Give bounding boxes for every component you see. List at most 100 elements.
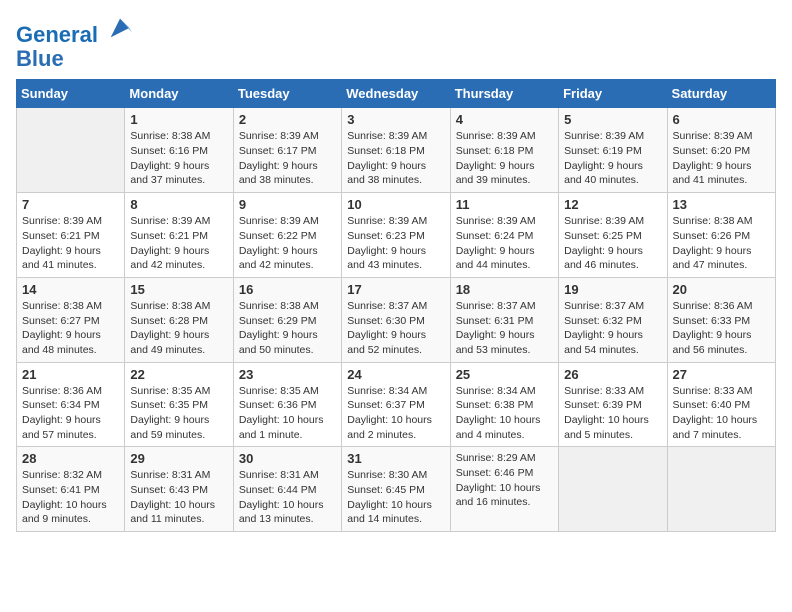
day-number: 18 (456, 282, 553, 297)
day-info: Sunrise: 8:33 AM Sunset: 6:39 PM Dayligh… (564, 384, 661, 443)
day-number: 12 (564, 197, 661, 212)
weekday-header-sunday: Sunday (17, 80, 125, 108)
calendar-body: 1Sunrise: 8:38 AM Sunset: 6:16 PM Daylig… (17, 108, 776, 532)
calendar-cell: 8Sunrise: 8:39 AM Sunset: 6:21 PM Daylig… (125, 193, 233, 278)
day-number: 22 (130, 367, 227, 382)
day-info: Sunrise: 8:39 AM Sunset: 6:24 PM Dayligh… (456, 214, 553, 273)
day-info: Sunrise: 8:39 AM Sunset: 6:23 PM Dayligh… (347, 214, 444, 273)
calendar-cell (559, 447, 667, 532)
calendar-cell: 21 Sunrise: 8:36 AM Sunset: 6:34 PM Dayli… (17, 362, 125, 447)
day-number: 14 (22, 282, 119, 297)
day-number: 23 (239, 367, 336, 382)
calendar-cell (17, 108, 125, 193)
day-number: 3 (347, 112, 444, 127)
day-info: Sunrise: 8:38 AM Sunset: 6:29 PM Dayligh… (239, 299, 336, 358)
day-info: Sunrise: 8:31 AM Sunset: 6:43 PM Dayligh… (130, 468, 227, 527)
calendar-cell: 16Sunrise: 8:38 AM Sunset: 6:29 PM Dayli… (233, 277, 341, 362)
calendar-cell: 29 Sunrise: 8:31 AM Sunset: 6:43 PM Dayli… (125, 447, 233, 532)
weekday-header-monday: Monday (125, 80, 233, 108)
day-number: 27 (673, 367, 770, 382)
day-number: 19 (564, 282, 661, 297)
day-info: Sunrise: 8:33 AM Sunset: 6:40 PM Dayligh… (673, 384, 770, 443)
calendar-header-row: SundayMondayTuesdayWednesdayThursdayFrid… (17, 80, 776, 108)
day-number: 30 (239, 451, 336, 466)
calendar-cell: 24 Sunrise: 8:34 AM Sunset: 6:37 PM Dayli… (342, 362, 450, 447)
calendar-cell: 18 Sunrise: 8:37 AM Sunset: 6:31 PM Dayli… (450, 277, 558, 362)
calendar-week-row: 28Sunrise: 8:32 AM Sunset: 6:41 PM Dayli… (17, 447, 776, 532)
calendar-cell: 12 Sunrise: 8:39 AM Sunset: 6:25 PM Dayli… (559, 193, 667, 278)
day-info: Sunrise: 8:36 AM Sunset: 6:34 PM Dayligh… (22, 384, 119, 443)
weekday-header-thursday: Thursday (450, 80, 558, 108)
day-info: Sunrise: 8:30 AM Sunset: 6:45 PM Dayligh… (347, 468, 444, 527)
calendar-cell: 10 Sunrise: 8:39 AM Sunset: 6:23 PM Dayli… (342, 193, 450, 278)
calendar-week-row: 7Sunrise: 8:39 AM Sunset: 6:21 PM Daylig… (17, 193, 776, 278)
day-info: Sunrise: 8:39 AM Sunset: 6:19 PM Dayligh… (564, 129, 661, 188)
weekday-header-friday: Friday (559, 80, 667, 108)
calendar-table: SundayMondayTuesdayWednesdayThursdayFrid… (16, 79, 776, 532)
calendar-cell: 28Sunrise: 8:32 AM Sunset: 6:41 PM Dayli… (17, 447, 125, 532)
weekday-header-tuesday: Tuesday (233, 80, 341, 108)
day-info: Sunrise: 8:34 AM Sunset: 6:37 PM Dayligh… (347, 384, 444, 443)
day-info: Sunrise: 8:29 AM Sunset: 6:46 PM Dayligh… (456, 451, 553, 510)
calendar-cell: 1Sunrise: 8:38 AM Sunset: 6:16 PM Daylig… (125, 108, 233, 193)
day-number: 29 (130, 451, 227, 466)
day-number: 10 (347, 197, 444, 212)
day-number: 21 (22, 367, 119, 382)
day-info: Sunrise: 8:38 AM Sunset: 6:28 PM Dayligh… (130, 299, 227, 358)
calendar-cell: 7Sunrise: 8:39 AM Sunset: 6:21 PM Daylig… (17, 193, 125, 278)
calendar-cell: 4Sunrise: 8:39 AM Sunset: 6:18 PM Daylig… (450, 108, 558, 193)
day-info: Sunrise: 8:39 AM Sunset: 6:18 PM Dayligh… (456, 129, 553, 188)
day-info: Sunrise: 8:37 AM Sunset: 6:32 PM Dayligh… (564, 299, 661, 358)
day-info: Sunrise: 8:39 AM Sunset: 6:25 PM Dayligh… (564, 214, 661, 273)
logo-icon (106, 14, 134, 42)
day-number: 8 (130, 197, 227, 212)
logo-text: General (16, 16, 134, 47)
day-info: Sunrise: 8:36 AM Sunset: 6:33 PM Dayligh… (673, 299, 770, 358)
day-info: Sunrise: 8:38 AM Sunset: 6:16 PM Dayligh… (130, 129, 227, 188)
day-info: Sunrise: 8:39 AM Sunset: 6:21 PM Dayligh… (22, 214, 119, 273)
calendar-week-row: 14 Sunrise: 8:38 AM Sunset: 6:27 PM Dayli… (17, 277, 776, 362)
calendar-cell: 13Sunrise: 8:38 AM Sunset: 6:26 PM Dayli… (667, 193, 775, 278)
day-number: 6 (673, 112, 770, 127)
calendar-week-row: 1Sunrise: 8:38 AM Sunset: 6:16 PM Daylig… (17, 108, 776, 193)
day-info: Sunrise: 8:38 AM Sunset: 6:27 PM Dayligh… (22, 299, 119, 358)
weekday-header-wednesday: Wednesday (342, 80, 450, 108)
day-number: 31 (347, 451, 444, 466)
day-number: 9 (239, 197, 336, 212)
calendar-cell: 27 Sunrise: 8:33 AM Sunset: 6:40 PM Dayli… (667, 362, 775, 447)
page-header: General Blue (16, 16, 776, 71)
calendar-cell: Sunrise: 8:29 AM Sunset: 6:46 PM Dayligh… (450, 447, 558, 532)
calendar-cell: 5 Sunrise: 8:39 AM Sunset: 6:19 PM Daylig… (559, 108, 667, 193)
day-info: Sunrise: 8:38 AM Sunset: 6:26 PM Dayligh… (673, 214, 770, 273)
calendar-cell: 23 Sunrise: 8:35 AM Sunset: 6:36 PM Dayli… (233, 362, 341, 447)
day-number: 5 (564, 112, 661, 127)
calendar-cell: 17Sunrise: 8:37 AM Sunset: 6:30 PM Dayli… (342, 277, 450, 362)
day-info: Sunrise: 8:34 AM Sunset: 6:38 PM Dayligh… (456, 384, 553, 443)
day-number: 2 (239, 112, 336, 127)
day-info: Sunrise: 8:39 AM Sunset: 6:17 PM Dayligh… (239, 129, 336, 188)
day-info: Sunrise: 8:31 AM Sunset: 6:44 PM Dayligh… (239, 468, 336, 527)
calendar-cell (667, 447, 775, 532)
calendar-cell: 31 Sunrise: 8:30 AM Sunset: 6:45 PM Dayli… (342, 447, 450, 532)
calendar-cell: 2 Sunrise: 8:39 AM Sunset: 6:17 PM Daylig… (233, 108, 341, 193)
calendar-cell: 3 Sunrise: 8:39 AM Sunset: 6:18 PM Daylig… (342, 108, 450, 193)
day-number: 26 (564, 367, 661, 382)
calendar-cell: 15 Sunrise: 8:38 AM Sunset: 6:28 PM Dayli… (125, 277, 233, 362)
day-number: 25 (456, 367, 553, 382)
calendar-cell: 22Sunrise: 8:35 AM Sunset: 6:35 PM Dayli… (125, 362, 233, 447)
day-number: 15 (130, 282, 227, 297)
day-number: 24 (347, 367, 444, 382)
day-info: Sunrise: 8:39 AM Sunset: 6:18 PM Dayligh… (347, 129, 444, 188)
calendar-cell: 14 Sunrise: 8:38 AM Sunset: 6:27 PM Dayli… (17, 277, 125, 362)
calendar-cell: 9 Sunrise: 8:39 AM Sunset: 6:22 PM Daylig… (233, 193, 341, 278)
logo-blue-text: Blue (16, 47, 134, 71)
calendar-cell: 19 Sunrise: 8:37 AM Sunset: 6:32 PM Dayli… (559, 277, 667, 362)
day-info: Sunrise: 8:39 AM Sunset: 6:20 PM Dayligh… (673, 129, 770, 188)
day-info: Sunrise: 8:39 AM Sunset: 6:22 PM Dayligh… (239, 214, 336, 273)
day-info: Sunrise: 8:35 AM Sunset: 6:36 PM Dayligh… (239, 384, 336, 443)
day-info: Sunrise: 8:37 AM Sunset: 6:31 PM Dayligh… (456, 299, 553, 358)
calendar-cell: 26 Sunrise: 8:33 AM Sunset: 6:39 PM Dayli… (559, 362, 667, 447)
day-number: 28 (22, 451, 119, 466)
calendar-cell: 11Sunrise: 8:39 AM Sunset: 6:24 PM Dayli… (450, 193, 558, 278)
weekday-header-saturday: Saturday (667, 80, 775, 108)
